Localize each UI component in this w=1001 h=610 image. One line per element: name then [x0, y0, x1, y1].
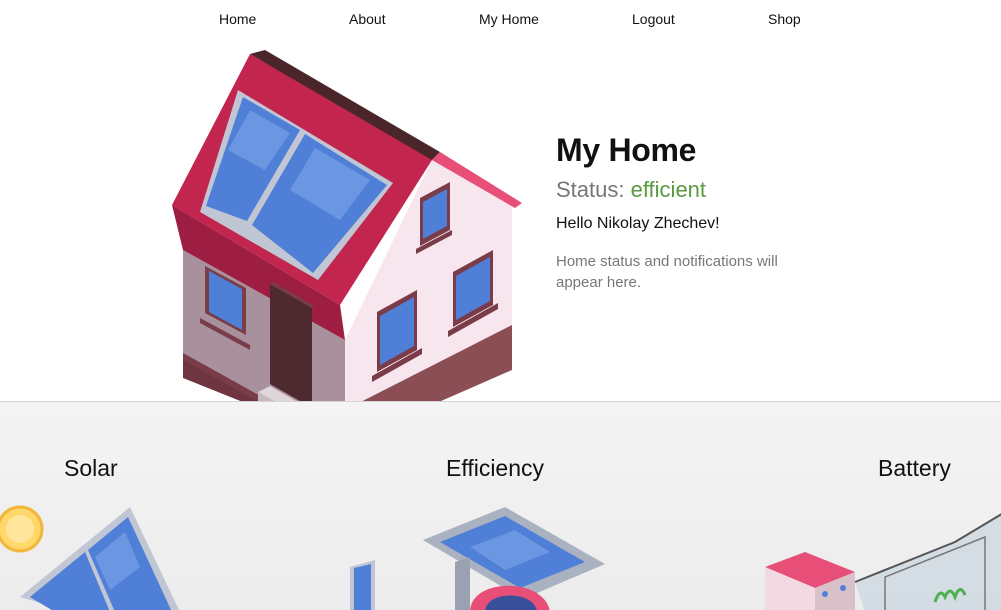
notifications-placeholder: Home status and notifications will appea… — [556, 253, 778, 291]
nav-shop[interactable]: Shop — [768, 11, 801, 27]
home-info: My Home Status: efficient Hello Nikolay … — [556, 132, 856, 293]
nav-about[interactable]: About — [349, 11, 386, 27]
page-title: My Home — [556, 132, 697, 168]
home-hero: My Home Status: efficient Hello Nikolay … — [0, 40, 1001, 450]
solar-illustration — [0, 505, 180, 610]
status-line: Status: efficient — [556, 177, 856, 203]
efficiency-illustration — [350, 507, 605, 610]
status-value: efficient — [630, 177, 707, 202]
nav-logout[interactable]: Logout — [632, 11, 675, 27]
nav-my-home[interactable]: My Home — [479, 11, 539, 27]
greeting: Hello Nikolay Zhechev! — [556, 215, 720, 232]
top-nav: Home About My Home Logout Shop — [0, 0, 1001, 40]
section-title-solar: Solar — [64, 455, 118, 481]
nav-home[interactable]: Home — [219, 11, 256, 27]
feature-sections: Solar Efficiency Battery — [0, 401, 1001, 610]
section-title-battery: Battery — [878, 455, 951, 481]
status-label: Status: — [556, 177, 625, 202]
section-title-efficiency: Efficiency — [446, 455, 545, 481]
battery-illustration — [765, 513, 1001, 610]
house-illustration — [172, 50, 522, 450]
